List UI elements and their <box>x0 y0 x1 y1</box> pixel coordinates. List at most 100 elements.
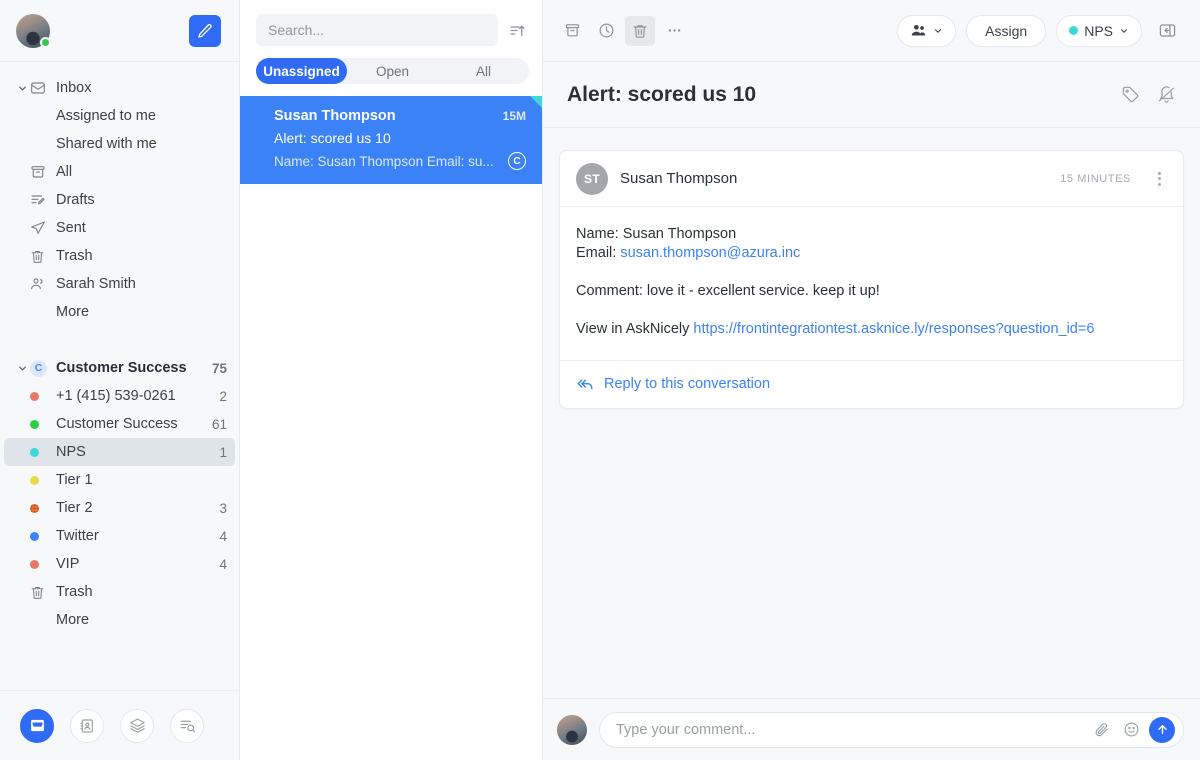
sidebar-item-assigned-to-me[interactable]: Assigned to me <box>4 102 235 130</box>
trash-icon <box>30 585 56 600</box>
sidebar-item-count: 4 <box>219 528 227 544</box>
sidebar-group-label: Customer Success <box>56 360 187 376</box>
inbox-tool-button[interactable] <box>20 708 54 743</box>
conversation-preview: Name: Susan Thompson Email: su... <box>274 153 494 169</box>
sidebar-item-twitter[interactable]: Twitter 4 <box>4 522 235 550</box>
trash-icon <box>633 24 647 38</box>
sidebar-item-all[interactable]: All <box>4 158 235 186</box>
sidebar-item-more-inbox[interactable]: More <box>4 298 235 326</box>
analytics-tool-button[interactable] <box>170 708 204 743</box>
comment-input[interactable] <box>616 721 1083 738</box>
message-menu-button[interactable] <box>1149 171 1169 186</box>
avatar[interactable] <box>16 13 51 48</box>
list-filter-tabs: Unassigned Open All <box>256 58 529 84</box>
drafts-icon <box>30 192 56 208</box>
sidebar-item-label: Sent <box>56 220 86 236</box>
inbox-icon <box>30 80 56 96</box>
sidebar-item-trash[interactable]: Trash <box>4 242 235 270</box>
sidebar-item-label: Assigned to me <box>56 108 156 124</box>
sidebar-item-nps[interactable]: NPS 1 <box>4 438 235 466</box>
tab-unassigned[interactable]: Unassigned <box>256 58 347 84</box>
sidebar-group-customer-success[interactable]: C Customer Success 75 <box>4 354 235 382</box>
reply-button[interactable]: Reply to this conversation <box>560 359 1183 408</box>
message-area: ST Susan Thompson 15 MINUTES Name: Susan… <box>543 128 1200 698</box>
list-search-row <box>240 0 542 52</box>
tab-all[interactable]: All <box>438 58 529 84</box>
sidebar-item-label: Tier 2 <box>56 500 93 516</box>
view-label: View in AskNicely <box>576 321 694 338</box>
sidebar-item-sent[interactable]: Sent <box>4 214 235 242</box>
sidebar-item-tier-1[interactable]: Tier 1 <box>4 466 235 494</box>
chevron-down-icon[interactable] <box>14 363 30 374</box>
name-label: Name: <box>576 226 623 242</box>
conversation-toolbar: Assign NPS <box>543 0 1200 62</box>
sidebar-item-label: Trash <box>56 248 93 264</box>
pencil-icon <box>198 23 212 38</box>
sidebar-item-vip[interactable]: VIP 4 <box>4 550 235 578</box>
mute-button[interactable] <box>1152 81 1180 109</box>
sidebar-item-label: VIP <box>56 556 80 572</box>
tag-button[interactable] <box>1116 81 1144 109</box>
channel-corner-marker <box>530 96 542 108</box>
channel-dot-icon <box>30 559 56 569</box>
sidebar-item-drafts[interactable]: Drafts <box>4 186 235 214</box>
snooze-button[interactable] <box>591 16 621 46</box>
attach-button[interactable] <box>1089 721 1113 738</box>
sidebar-item-count: 3 <box>219 500 227 516</box>
inbox-selector-label: NPS <box>1084 22 1113 39</box>
snooze-clock-icon <box>599 23 613 38</box>
sidebar-item-inbox[interactable]: Inbox <box>4 74 235 102</box>
conversation-sender: Susan Thompson <box>274 108 396 124</box>
trash-button[interactable] <box>625 15 655 46</box>
compose-button[interactable] <box>189 14 221 47</box>
emoji-button[interactable] <box>1119 721 1143 738</box>
team-badge-letter: C <box>30 359 47 377</box>
sidebar-item-more-team[interactable]: More <box>4 606 235 634</box>
conversation-list-item[interactable]: Susan Thompson 15M Alert: scored us 10 N… <box>240 96 542 184</box>
tag-icon <box>1122 86 1138 103</box>
sidebar-item-label: +1 (415) 539-0261 <box>56 388 176 404</box>
chevron-down-icon[interactable] <box>14 83 30 94</box>
panel-toggle-button[interactable] <box>1152 16 1182 46</box>
sidebar: Inbox Assigned to me Shared with me All … <box>0 0 240 760</box>
sidebar-item-label: Sarah Smith <box>56 276 136 292</box>
message-comment: Comment: love it - excellent service. ke… <box>576 283 880 300</box>
send-button[interactable] <box>1149 716 1175 743</box>
sidebar-header <box>0 0 239 62</box>
assign-button[interactable]: Assign <box>966 14 1047 47</box>
sender-avatar: ST <box>576 162 608 195</box>
sidebar-item-tier-2[interactable]: Tier 2 3 <box>4 494 235 522</box>
name-value: Susan Thompson <box>622 226 737 242</box>
sidebar-item-shared-with-me[interactable]: Shared with me <box>4 130 235 158</box>
archive-button[interactable] <box>557 16 587 46</box>
inbox-selector-dropdown[interactable]: NPS <box>1056 14 1142 47</box>
conversation-subject: Alert: scored us 10 <box>274 130 391 146</box>
sidebar-item-customer-success[interactable]: Customer Success 61 <box>4 410 235 438</box>
email-link[interactable]: susan.thompson@azura.inc <box>620 245 800 261</box>
channel-dot-icon <box>30 503 56 513</box>
online-status-indicator <box>40 36 51 48</box>
contacts-tool-button[interactable] <box>70 708 104 743</box>
conversation-header: Alert: scored us 10 <box>543 62 1200 128</box>
reply-all-icon <box>577 379 593 390</box>
sidebar-item-label: Tier 1 <box>56 472 93 488</box>
channel-dot-icon <box>30 419 56 429</box>
sidebar-item-phone[interactable]: +1 (415) 539-0261 2 <box>4 382 235 410</box>
contacts-icon <box>80 718 93 733</box>
asknicely-link[interactable]: https://frontintegrationtest.asknice.ly/… <box>693 321 1094 337</box>
layers-tool-button[interactable] <box>120 708 154 743</box>
sidebar-item-sarah-smith[interactable]: Sarah Smith <box>4 270 235 298</box>
people-icon <box>911 24 926 36</box>
sidebar-item-team-trash[interactable]: Trash <box>4 578 235 606</box>
tab-open[interactable]: Open <box>347 58 438 84</box>
assignee-dropdown[interactable] <box>897 14 957 47</box>
sidebar-item-label: More <box>56 612 90 628</box>
sort-ascending-icon[interactable] <box>506 19 528 41</box>
search-input[interactable] <box>256 14 498 46</box>
conversation-items: Susan Thompson 15M Alert: scored us 10 N… <box>240 96 542 760</box>
channel-dot-icon <box>30 531 56 541</box>
sidebar-item-label: Twitter <box>56 528 99 544</box>
more-button[interactable] <box>659 16 689 46</box>
message-card: ST Susan Thompson 15 MINUTES Name: Susan… <box>559 150 1184 409</box>
app-root: Inbox Assigned to me Shared with me All … <box>0 0 1200 760</box>
